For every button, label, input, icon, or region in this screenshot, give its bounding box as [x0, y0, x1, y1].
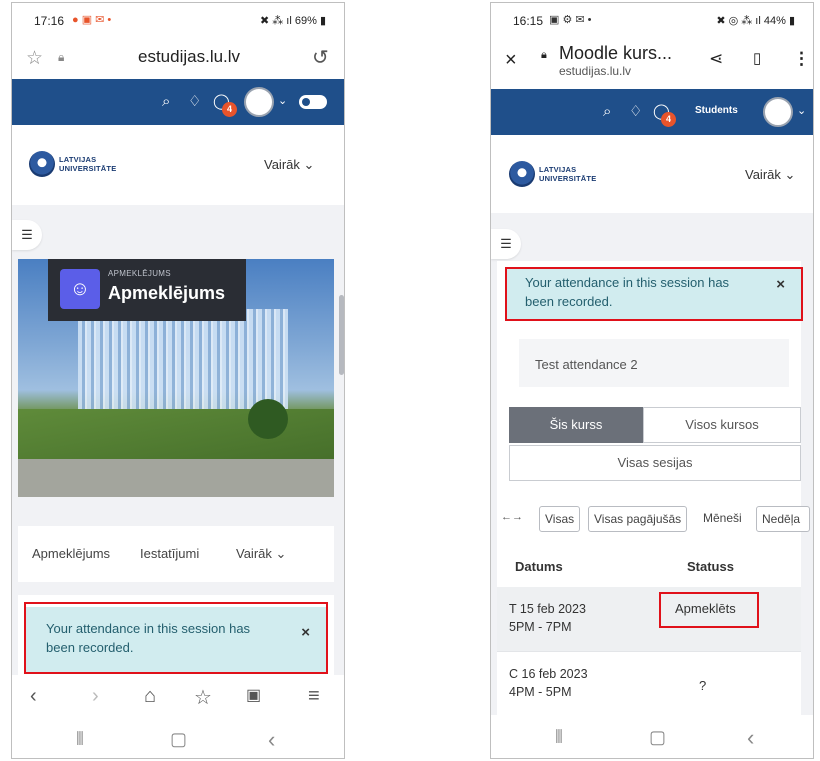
tab-more[interactable]: Vairāk ⌄: [236, 546, 286, 562]
activity-tabs: Apmeklējums Iestatījumi Vairāk ⌄: [18, 526, 334, 582]
filter-all[interactable]: Visas: [539, 506, 581, 532]
url-domain[interactable]: estudijas.lu.lv: [138, 47, 240, 67]
search-icon[interactable]: ⌕: [162, 93, 170, 110]
user-avatar[interactable]: [244, 87, 274, 117]
moodle-navbar: ⌕ ♢ ◯ 4 ⌄: [12, 79, 344, 125]
recents-icon[interactable]: ⦀: [76, 729, 84, 750]
forward-icon[interactable]: ›: [92, 685, 99, 708]
edit-mode-toggle[interactable]: [299, 95, 327, 109]
chevron-down-icon[interactable]: ⌄: [797, 104, 806, 117]
home-button-icon[interactable]: ▢: [170, 729, 187, 750]
role-label[interactable]: Students: [695, 105, 738, 116]
bell-icon[interactable]: ♢: [629, 102, 642, 120]
university-logo-icon[interactable]: [29, 151, 55, 177]
search-icon[interactable]: ⌕: [603, 103, 611, 120]
table-row: C 16 feb 2023 4PM - 5PM ?: [497, 651, 801, 715]
status-battery: ✖ ◎ ⁂ ıl 44% ▮: [716, 15, 795, 27]
row-date: C 16 feb 2023 4PM - 5PM: [509, 667, 588, 699]
row-status: ?: [699, 678, 707, 693]
signal-icon: ✖ ⁂ ıl: [259, 15, 295, 27]
signal-icon: ✖ ◎ ⁂ ıl: [716, 15, 764, 27]
battery-icon: ▮: [316, 15, 326, 27]
column-header-status[interactable]: Statuss: [687, 559, 734, 574]
page-title: Moodle kurs...: [559, 43, 673, 63]
highlight-box: [24, 602, 328, 674]
logo-text: LATVIJAS UNIVERSITĀTE: [539, 165, 597, 183]
url-domain[interactable]: estudijas.lu.lv: [559, 64, 631, 78]
tree-shape: [248, 399, 288, 439]
tab-attendance[interactable]: Apmeklējums: [32, 546, 110, 561]
system-back-icon[interactable]: ‹: [268, 727, 275, 753]
browser-title-bar: × 🔒︎ Moodle kurs... estudijas.lu.lv ⋖ ▯ …: [491, 37, 813, 89]
list-icon: ☰: [500, 236, 512, 251]
menu-icon[interactable]: ≡: [308, 685, 320, 708]
session-name: Test attendance 2: [535, 357, 638, 372]
notification-icons: ▣ ⚙ ✉ •: [549, 14, 592, 26]
back-icon[interactable]: ‹: [30, 685, 37, 708]
logo-text: LATVIJAS UNIVERSITĀTE: [59, 155, 117, 173]
brand-bar: LATVIJAS UNIVERSITĀTE Vairāk ⌄: [491, 135, 813, 213]
left-phone-screen: 17:16 ● ▣ ✉ • ✖ ⁂ ıl 69% ▮ ☆ 🔒︎ estudija…: [11, 2, 345, 759]
close-tab-icon[interactable]: ×: [505, 49, 517, 72]
share-icon[interactable]: ⋖: [709, 49, 723, 69]
bookmark-icon[interactable]: ▯: [753, 49, 761, 67]
status-highlight-box: [659, 592, 759, 628]
reload-icon[interactable]: ↺: [312, 45, 329, 70]
messages-badge: 4: [222, 102, 237, 117]
home-icon[interactable]: ⌂: [144, 685, 156, 708]
activity-category: APMEKLĒJUMS: [108, 269, 171, 278]
filter-months[interactable]: Mēneši: [703, 511, 742, 525]
tab-all-sessions[interactable]: Visas sesijas: [509, 445, 801, 481]
messages-badge: 4: [661, 112, 676, 127]
brand-bar: LATVIJAS UNIVERSITĀTE Vairāk ⌄: [12, 125, 344, 205]
home-button-icon[interactable]: ▢: [649, 727, 666, 748]
system-nav-bar: ⦀ ▢ ‹: [12, 721, 344, 758]
activity-title: Apmeklējums: [108, 283, 226, 303]
lock-icon: 🔒︎: [541, 49, 547, 61]
path-shape: [18, 459, 334, 497]
university-logo-icon[interactable]: [509, 161, 535, 187]
recents-icon[interactable]: ⦀: [555, 727, 563, 748]
tabs-icon[interactable]: ▣: [246, 685, 261, 705]
horizontal-scroll-icon: ←→: [501, 511, 523, 523]
lock-icon: 🔒︎: [58, 50, 65, 64]
system-back-icon[interactable]: ‹: [747, 725, 754, 751]
moodle-navbar: ⌕ ♢ ◯ 4 Students ⌄: [491, 89, 813, 135]
tab-this-course[interactable]: Šis kurss: [509, 407, 643, 443]
bookmarks-icon[interactable]: ☆: [194, 685, 212, 710]
chevron-down-icon[interactable]: ⌄: [278, 94, 287, 107]
star-icon[interactable]: ☆: [26, 47, 43, 70]
status-battery: ✖ ⁂ ıl 69% ▮: [259, 15, 326, 27]
user-avatar[interactable]: [763, 97, 793, 127]
status-bar: 17:16 ● ▣ ✉ • ✖ ⁂ ıl 69% ▮: [12, 3, 344, 37]
browser-url-bar[interactable]: ☆ 🔒︎ estudijas.lu.lv ↺: [12, 37, 344, 79]
filter-weeks[interactable]: Nedēļa: [756, 506, 810, 532]
status-bar: 16:15 ▣ ⚙ ✉ • ✖ ◎ ⁂ ıl 44% ▮: [491, 3, 813, 37]
status-time: 16:15: [513, 14, 544, 28]
tab-all-courses[interactable]: Visos kursos: [643, 407, 801, 443]
highlight-box: [505, 267, 803, 321]
status-time: 17:16: [34, 14, 65, 28]
list-icon: ☰: [21, 227, 33, 242]
attendance-icon: ☺: [60, 269, 100, 309]
session-description: Test attendance 2: [519, 339, 789, 389]
system-nav-bar: ⦀ ▢ ‹: [491, 715, 813, 758]
notification-icons: ● ▣ ✉ •: [72, 14, 112, 26]
right-phone-screen: 16:15 ▣ ⚙ ✉ • ✖ ◎ ⁂ ıl 44% ▮ × 🔒︎ Moodle…: [490, 2, 814, 759]
course-index-toggle[interactable]: ☰: [491, 229, 521, 259]
battery-icon: ▮: [785, 15, 795, 27]
filter-all-past[interactable]: Visas pagājušās: [588, 506, 688, 532]
more-menu-link[interactable]: Vairāk ⌄: [745, 167, 795, 183]
tab-settings[interactable]: Iestatījumi: [140, 546, 199, 561]
browser-bottom-nav: ‹ › ⌂ ☆ ▣ ≡: [12, 675, 344, 721]
row-date: T 15 feb 2023 5PM - 7PM: [509, 602, 586, 634]
course-index-toggle[interactable]: ☰: [12, 220, 42, 250]
more-menu-link[interactable]: Vairāk ⌄: [264, 157, 314, 173]
column-header-date[interactable]: Datums: [515, 559, 563, 574]
scrollbar-thumb[interactable]: [339, 295, 344, 375]
bell-icon[interactable]: ♢: [188, 92, 201, 110]
activity-header: ☺ APMEKLĒJUMS Apmeklējums: [48, 259, 246, 321]
kebab-menu-icon[interactable]: ⋮: [793, 49, 810, 69]
